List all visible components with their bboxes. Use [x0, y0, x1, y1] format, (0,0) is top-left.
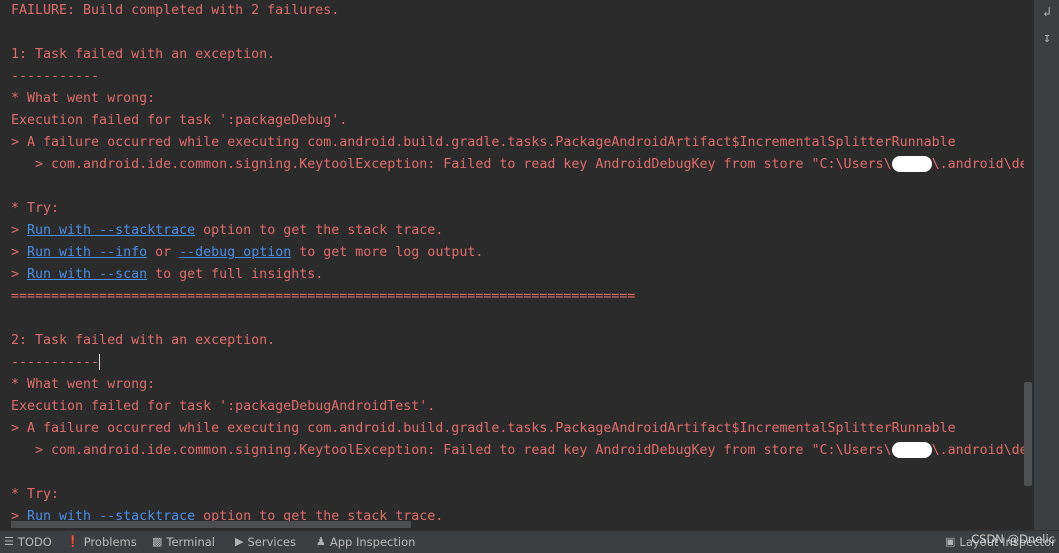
vertical-scrollbar[interactable] [1024, 382, 1032, 486]
console-text: \.android\deb [931, 157, 1024, 172]
console-text: > com.android.ide.common.signing.Keytool… [11, 443, 892, 458]
warning-icon: ❗ [66, 535, 80, 548]
console-text: > com.android.ide.common.signing.Keytool… [11, 157, 892, 172]
console-line: FAILURE: Build completed with 2 failures… [11, 0, 339, 22]
build-output-console[interactable]: FAILURE: Build completed with 2 failures… [0, 0, 1024, 530]
console-text: * Try: [11, 201, 60, 216]
console-line: ----------- [11, 352, 101, 374]
tool-app-inspection[interactable]: ♟ App Inspection [316, 534, 415, 550]
console-link[interactable]: --debug option [179, 245, 291, 260]
console-text: to get more log output. [291, 245, 484, 260]
tool-todo[interactable]: ☰ TODO [4, 534, 52, 550]
tool-label: App Inspection [329, 535, 416, 549]
console-text: * What went wrong: [11, 91, 156, 106]
tool-terminal[interactable]: ▩ Terminal [152, 534, 215, 550]
text-cursor [99, 354, 101, 370]
bottom-tool-window-bar: ☰ TODO ❗ Problems ▩ Terminal ▶ Services ♟ App… [0, 530, 1059, 553]
console-line: 1: Task failed with an exception. [11, 44, 275, 66]
console-line: > A failure occurred while executing com… [11, 418, 956, 440]
console-text: ----------- [11, 69, 100, 84]
console-text: > [11, 267, 28, 282]
console-text: > [11, 223, 28, 238]
console-text: Execution failed for task ':packageDebug… [11, 113, 348, 128]
tool-label: Terminal [166, 535, 216, 549]
console-line: ========================================… [11, 286, 635, 308]
console-text: to get full insights. [147, 267, 324, 282]
watermark: CSDN @Dnelic [971, 532, 1055, 546]
tool-problems[interactable]: ❗ Problems [66, 534, 137, 550]
console-line: Execution failed for task ':packageDebug… [11, 110, 347, 132]
console-line: > com.android.ide.common.signing.Keytool… [11, 440, 1024, 462]
console-line: * What went wrong: [11, 88, 155, 110]
console-line: * What went wrong: [11, 374, 155, 396]
console-text: ----------- [11, 355, 100, 370]
console-side-toolbar: ↲ ↧ [1034, 0, 1059, 530]
tool-label: Services [247, 535, 296, 549]
console-line: > Run with --info or --debug option to g… [11, 242, 483, 264]
console-line: > Run with --stacktrace option to get th… [11, 220, 443, 242]
console-link[interactable]: Run with --info [27, 245, 147, 260]
console-text: option to get the stack trace. [195, 223, 444, 238]
terminal-icon: ▩ [152, 535, 163, 548]
horizontal-scrollbar[interactable] [11, 521, 411, 528]
app-inspection-icon: ♟ [316, 535, 326, 548]
console-text: > [11, 245, 28, 260]
console-line: > com.android.ide.common.signing.Keytool… [11, 154, 1024, 176]
console-link[interactable]: Run with --scan [27, 267, 147, 282]
console-text: > A failure occurred while executing com… [11, 135, 956, 150]
console-text: > A failure occurred while executing com… [11, 421, 956, 436]
tool-services[interactable]: ▶ Services [235, 534, 296, 550]
console-text: 2: Task failed with an exception. [11, 333, 276, 348]
tool-label: TODO [17, 535, 52, 549]
console-line: 2: Task failed with an exception. [11, 330, 275, 352]
console-line: Execution failed for task ':packageDebug… [11, 396, 435, 418]
console-text: or [147, 245, 180, 260]
console-line: ----------- [11, 66, 99, 88]
console-line: > Run with --scan to get full insights. [11, 264, 323, 286]
console-text: * Try: [11, 487, 60, 502]
soft-wrap-icon[interactable]: ↲ [1040, 6, 1054, 20]
console-text: ========================================… [11, 289, 636, 304]
tool-label: Problems [83, 535, 137, 549]
console-text: Execution failed for task ':packageDebug… [11, 399, 436, 414]
console-line: > A failure occurred while executing com… [11, 132, 956, 154]
console-text: 1: Task failed with an exception. [11, 47, 276, 62]
redaction-mark [891, 442, 932, 458]
layout-inspector-icon: ▣ [945, 535, 956, 548]
scroll-to-end-icon[interactable]: ↧ [1040, 32, 1054, 46]
redaction-mark [891, 156, 932, 172]
list-icon: ☰ [4, 535, 14, 548]
console-line: * Try: [11, 484, 59, 506]
services-icon: ▶ [235, 535, 244, 548]
console-text: FAILURE: Build completed with 2 failures… [11, 3, 340, 18]
console-link[interactable]: Run with --stacktrace [27, 223, 195, 238]
console-line: * Try: [11, 198, 59, 220]
console-text: * What went wrong: [11, 377, 156, 392]
console-text: \.android\deb [931, 443, 1024, 458]
